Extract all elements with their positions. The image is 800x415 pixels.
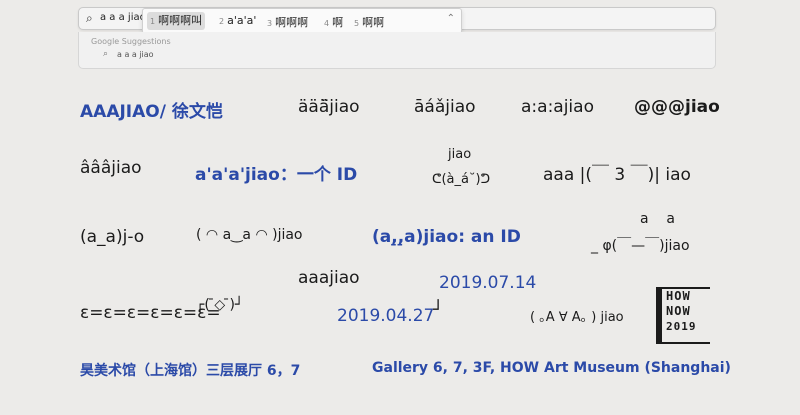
id-statement-en: (a,̠,̠a)jiao: an ID bbox=[372, 227, 521, 247]
ime-candidate-1[interactable]: 1 啊啊啊叫 bbox=[147, 12, 206, 30]
search-icon: ⌕ bbox=[103, 49, 109, 59]
name-variant: ᕦ(à_á˘)ᕤ bbox=[432, 172, 491, 187]
name-variant: âââjiao bbox=[80, 158, 142, 178]
name-variant: āáǎjiao bbox=[414, 97, 476, 117]
candidate-text: 啊啊啊 bbox=[275, 16, 309, 29]
name-variant: @@@jiao bbox=[634, 97, 720, 117]
venue-cn: 昊美术馆（上海馆）三层展厅 6，7 bbox=[80, 363, 301, 379]
logo-line-1: HOW bbox=[666, 289, 691, 303]
suggestion-item[interactable]: a a a jiao bbox=[117, 50, 154, 59]
candidate-number: 1 bbox=[150, 17, 156, 26]
candidate-number: 5 bbox=[354, 19, 360, 28]
search-icon: ⌕ bbox=[86, 11, 93, 25]
name-variant: ( ◠ a‿a ◠ )jiao bbox=[196, 227, 303, 243]
name-variant: a:a:ajiao bbox=[521, 97, 594, 117]
logo-edge bbox=[656, 342, 710, 344]
date-mark: ┘ bbox=[433, 300, 444, 320]
candidate-text: 啊啊啊叫 bbox=[158, 14, 203, 27]
candidate-text: a'a'a' bbox=[227, 14, 257, 27]
candidate-number: 3 bbox=[267, 19, 273, 28]
artist-name: AAAJIAO/ 徐文恺 bbox=[80, 102, 223, 122]
date-start: 2019.04.27 bbox=[337, 306, 435, 326]
venue-en: Gallery 6, 7, 3F, HOW Art Museum (Shangh… bbox=[372, 360, 731, 376]
logo-edge bbox=[656, 287, 662, 343]
name-variant: aaa |(￣ 3 ￣)| iao bbox=[543, 165, 691, 185]
candidate-text: 啊 bbox=[332, 16, 344, 29]
candidate-number: 2 bbox=[219, 17, 225, 26]
name-variant: äää̈jiao bbox=[298, 97, 360, 117]
name-variant-top: a a bbox=[640, 211, 675, 227]
suggestions-header: Google Suggestions bbox=[91, 37, 171, 46]
name-variant: ( ｡A ∀ A｡ ) jiao bbox=[530, 310, 624, 325]
logo-line-2: NOW bbox=[666, 304, 691, 318]
ime-candidate-3[interactable]: 3 啊啊啊 bbox=[267, 14, 308, 30]
logo-line-3: 2019 bbox=[666, 320, 697, 333]
name-variant: _ φ(￣—￣)jiao bbox=[591, 238, 690, 254]
chevron-up-icon[interactable]: ⌃ bbox=[447, 13, 455, 24]
ime-candidate-5[interactable]: 5 啊啊 bbox=[354, 14, 384, 30]
id-statement-cn: a'a'a'jiao：一个 ID bbox=[195, 165, 358, 185]
ime-candidate-4[interactable]: 4啊 bbox=[324, 14, 343, 30]
name-variant: ┌( ̄◇ ̄)┘ bbox=[196, 297, 244, 313]
candidate-number: 4 bbox=[324, 19, 330, 28]
date-end: 2019.07.14 bbox=[439, 273, 537, 293]
name-variant: aaajiao bbox=[298, 268, 360, 288]
ime-candidate-2[interactable]: 2 a'a'a' bbox=[219, 14, 256, 27]
search-input[interactable]: a a a jiao bbox=[100, 12, 146, 23]
name-variant-top: jiao bbox=[448, 147, 472, 162]
how-now-logo: HOW NOW 2019 bbox=[656, 287, 712, 345]
name-variant: (a_a)j-o bbox=[80, 227, 145, 247]
candidate-text: 啊啊 bbox=[362, 16, 385, 29]
suggestions-dropdown: Google Suggestions ⌕ a a a jiao bbox=[78, 32, 716, 69]
ime-candidate-bar: 1 啊啊啊叫 2 a'a'a' 3 啊啊啊 4啊 5 啊啊 ⌃ bbox=[142, 8, 462, 34]
